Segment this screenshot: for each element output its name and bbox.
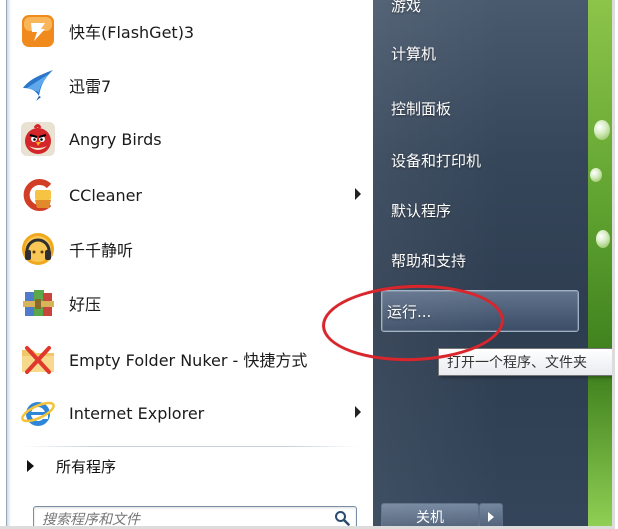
program-label: 快车(FlashGet)3 (69, 23, 195, 42)
program-item-haozip[interactable]: 好压 (15, 278, 365, 328)
haozip-archive-icon (19, 284, 57, 322)
water-drop-decoration (596, 230, 610, 248)
shutdown-button[interactable]: 关机 (381, 503, 479, 526)
chevron-right-icon (488, 512, 494, 522)
program-item-empty-folder-nuker[interactable]: Empty Folder Nuker - 快捷方式 (15, 334, 365, 384)
program-item-flashget[interactable]: 快车(FlashGet)3 (15, 6, 365, 56)
program-item-ccleaner[interactable]: CCleaner (15, 170, 365, 220)
all-programs-label: 所有程序 (56, 457, 117, 476)
programs-pane: 快车(FlashGet)3 迅雷7 Angry Birds CCleaner 千… (6, 0, 374, 526)
program-label: Angry Birds (69, 129, 162, 149)
tooltip-text: 打开一个程序、文件夹 (447, 355, 587, 371)
program-item-thunder[interactable]: 迅雷7 (15, 60, 365, 110)
program-label: 千千静听 (69, 241, 134, 260)
flashget-icon (19, 12, 57, 50)
link-devices-printers[interactable]: 设备和打印机 (391, 150, 481, 171)
program-label: 好压 (69, 295, 102, 314)
ttplayer-headphones-icon (19, 230, 57, 268)
program-label: Empty Folder Nuker - 快捷方式 (69, 351, 308, 370)
link-games[interactable]: 游戏 (391, 0, 421, 16)
link-control-panel[interactable]: 控制面板 (391, 98, 451, 119)
ccleaner-icon (19, 176, 57, 214)
system-links-pane: 游戏 计算机 控制面板 设备和打印机 默认程序 帮助和支持 运行... 关机 (373, 0, 588, 526)
link-default-programs[interactable]: 默认程序 (391, 200, 451, 221)
empty-folder-nuker-icon (19, 340, 57, 378)
search-icon[interactable] (334, 510, 350, 526)
program-label: 迅雷7 (69, 77, 112, 96)
internet-explorer-icon (19, 394, 57, 432)
program-item-internet-explorer[interactable]: Internet Explorer (15, 388, 365, 438)
search-input[interactable] (40, 509, 324, 526)
water-drop-decoration (594, 120, 610, 140)
expand-arrow-icon (27, 460, 34, 472)
angry-bird-icon (19, 120, 57, 158)
program-label: CCleaner (69, 185, 142, 205)
program-item-ttplayer[interactable]: 千千静听 (15, 224, 365, 274)
all-programs-button[interactable]: 所有程序 (27, 451, 357, 481)
link-help-support[interactable]: 帮助和支持 (391, 250, 466, 271)
water-drop-decoration (590, 168, 602, 182)
submenu-arrow-icon (355, 188, 361, 200)
desktop-wallpaper (588, 0, 612, 526)
search-box[interactable] (33, 506, 357, 526)
link-computer[interactable]: 计算机 (391, 43, 436, 64)
program-item-angry-birds[interactable]: Angry Birds (15, 114, 365, 164)
start-menu-screenshot: 快车(FlashGet)3 迅雷7 Angry Birds CCleaner 千… (0, 0, 615, 529)
divider (23, 446, 359, 447)
submenu-arrow-icon (355, 406, 361, 418)
program-label: Internet Explorer (69, 403, 205, 423)
shutdown-label: 关机 (416, 510, 444, 526)
thunder-bird-icon (19, 66, 57, 104)
shutdown-options-button[interactable] (479, 503, 503, 526)
